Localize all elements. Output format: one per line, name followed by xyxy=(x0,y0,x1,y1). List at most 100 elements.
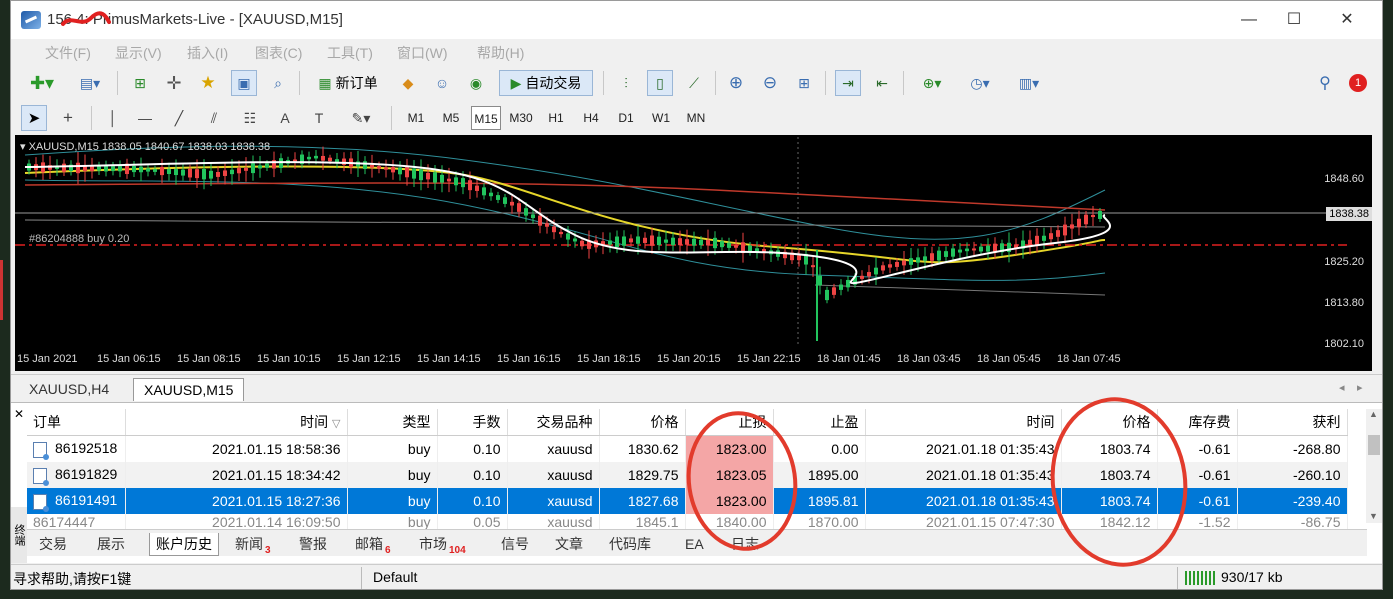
new-chart-button[interactable]: ✚▾ xyxy=(23,70,61,96)
notifications-button[interactable]: 1 xyxy=(1343,70,1373,96)
terminal-side-label: 终端 xyxy=(11,507,27,563)
timeframe-m5[interactable]: M5 xyxy=(436,106,466,130)
scroll-up-icon[interactable]: ▲ xyxy=(1369,409,1378,419)
toolbar-separator xyxy=(117,71,118,95)
menu-file[interactable]: 文件(F) xyxy=(45,43,91,63)
timeframe-m30[interactable]: M30 xyxy=(506,106,536,130)
tab-market[interactable]: 市场 104 xyxy=(419,533,466,556)
profiles-button[interactable]: ▤▾ xyxy=(71,70,109,96)
favorites-star-icon[interactable]: ★ xyxy=(195,70,221,96)
menu-help[interactable]: 帮助(H) xyxy=(477,43,524,63)
y-tick: 1848.60 xyxy=(1324,173,1364,185)
menu-window[interactable]: 窗口(W) xyxy=(397,43,448,63)
tab-alerts[interactable]: 警报 xyxy=(299,533,327,555)
tab-signals[interactable]: 信号 xyxy=(501,533,529,555)
text-label-icon[interactable]: T xyxy=(307,105,331,131)
timeframe-h1[interactable]: H1 xyxy=(541,106,571,130)
menu-tools[interactable]: 工具(T) xyxy=(327,43,373,63)
autotrade-button[interactable]: ▶ 自动交易 xyxy=(499,70,593,96)
metaeditor-icon[interactable]: ◆ xyxy=(395,70,421,96)
new-order-button[interactable]: ▦ 新订单 xyxy=(309,70,387,96)
timeframe-m1[interactable]: M1 xyxy=(401,106,431,130)
timeframe-m15[interactable]: M15 xyxy=(471,106,501,130)
col-take-profit[interactable]: 止盈 xyxy=(773,409,866,436)
tab-articles[interactable]: 文章 xyxy=(555,533,583,555)
candle-body xyxy=(1098,211,1102,219)
community-icon[interactable]: ☺ xyxy=(429,70,455,96)
candlestick-icon[interactable]: ▯ xyxy=(647,70,673,96)
bar-chart-icon[interactable]: ⫶ xyxy=(613,70,639,96)
timeframe-h4[interactable]: H4 xyxy=(576,106,606,130)
zoom-out-icon[interactable]: ⊖ xyxy=(757,70,783,96)
chart-window-tabs: XAUUSD,H4 XAUUSD,M15 ◂ ▸ xyxy=(11,374,1382,401)
line-chart-icon[interactable]: ⟋ xyxy=(681,70,707,96)
tab-news[interactable]: 新闻 3 xyxy=(235,533,271,556)
col-type[interactable]: 类型 xyxy=(347,409,438,436)
chart-shift-icon[interactable]: ⇤ xyxy=(869,70,895,96)
background-edge xyxy=(0,260,3,320)
table-vertical-scrollbar[interactable]: ▲ ▼ xyxy=(1366,409,1382,523)
zoom-in-icon[interactable]: ⊕ xyxy=(723,70,749,96)
search-icon[interactable]: ⚲ xyxy=(1313,70,1337,96)
crosshair-navigator-icon[interactable]: ✛ xyxy=(161,70,187,96)
candle-body xyxy=(62,163,66,172)
indicators-button[interactable]: ⊕▾ xyxy=(913,70,951,96)
tab-exposure[interactable]: 展示 xyxy=(97,533,125,555)
tab-account-history[interactable]: 账户历史 xyxy=(149,533,219,556)
open-time: 2021.01.15 18:34:42 xyxy=(125,462,348,488)
tab-code-base[interactable]: 代码库 xyxy=(609,533,651,555)
timeframe-w1[interactable]: W1 xyxy=(646,106,676,130)
timeframe-mn[interactable]: MN xyxy=(681,106,711,130)
col-symbol[interactable]: 交易品种 xyxy=(507,409,600,436)
strategy-tester-icon[interactable]: ⌕ xyxy=(265,70,291,96)
tab-scroll-left-icon[interactable]: ◂ xyxy=(1339,381,1345,394)
col-open-price[interactable]: 价格 xyxy=(599,409,686,436)
x-tick: 18 Jan 05:45 xyxy=(977,353,1041,365)
price-chart[interactable]: ▾ XAUUSD,M15 1838.05 1840.67 1838.03 183… xyxy=(15,135,1372,371)
menu-insert[interactable]: 插入(I) xyxy=(187,43,228,63)
menu-charts[interactable]: 图表(C) xyxy=(255,43,302,63)
chart-ohlc: XAUUSD,M15 1838.05 1840.67 1838.03 1838.… xyxy=(28,141,271,153)
col-open-time[interactable]: 时间 ▽ xyxy=(125,409,348,436)
col-profit[interactable]: 获利 xyxy=(1237,409,1348,436)
standard-toolbar: ✚▾ ▤▾ ⊞ ✛ ★ ▣ ⌕ ▦ 新订单 ◆ ☺ ◉ ▶ 自动交易 ⫶ ▯ ⟋ ⊕… xyxy=(11,67,1382,101)
autoscroll-icon[interactable]: ⇥ xyxy=(835,70,861,96)
tile-windows-icon[interactable]: ⊞ xyxy=(791,70,817,96)
col-order[interactable]: 订单 xyxy=(27,409,126,436)
fibonacci-icon[interactable]: ☷ xyxy=(237,105,263,131)
maximize-button[interactable]: ☐ xyxy=(1276,7,1312,33)
cursor-arrow-icon[interactable]: ➤ xyxy=(21,105,47,131)
chart-tab-h4[interactable]: XAUUSD,H4 xyxy=(19,378,119,400)
timeframe-d1[interactable]: D1 xyxy=(611,106,641,130)
symbol: xauusd xyxy=(507,488,600,514)
templates-button[interactable]: ▥▾ xyxy=(1009,70,1049,96)
periods-clock-button[interactable]: ◷▾ xyxy=(961,70,999,96)
tab-scroll-right-icon[interactable]: ▸ xyxy=(1357,381,1363,394)
equidistant-channel-icon[interactable]: ⫽ xyxy=(201,105,227,131)
tab-experts[interactable]: EA xyxy=(685,533,704,555)
signals-icon[interactable]: ◉ xyxy=(463,70,489,96)
horizontal-line-icon[interactable]: — xyxy=(133,105,157,131)
minimize-button[interactable]: — xyxy=(1231,7,1267,33)
crosshair-icon[interactable]: + xyxy=(55,105,81,131)
text-tool-icon[interactable]: A xyxy=(273,105,297,131)
col-lots[interactable]: 手数 xyxy=(437,409,508,436)
close-button[interactable]: ✕ xyxy=(1329,7,1365,33)
toolbar-separator xyxy=(299,71,300,95)
arrows-shapes-button[interactable]: ✎▾ xyxy=(341,105,381,131)
trendline-icon[interactable]: ╱ xyxy=(167,105,191,131)
profit: -268.80 xyxy=(1237,435,1348,462)
terminal-close-icon[interactable]: ✕ xyxy=(12,407,26,421)
candle-body xyxy=(1084,214,1088,225)
chart-tab-m15[interactable]: XAUUSD,M15 xyxy=(133,378,245,401)
tab-mailbox[interactable]: 邮箱 6 xyxy=(355,533,391,556)
menu-view[interactable]: 显示(V) xyxy=(115,43,162,63)
scroll-down-icon[interactable]: ▼ xyxy=(1369,511,1378,521)
col-close-time[interactable]: 时间 xyxy=(865,409,1062,436)
terminal-toggle-icon[interactable]: ▣ xyxy=(231,70,257,96)
vertical-line-icon[interactable]: │ xyxy=(101,105,125,131)
candle-body xyxy=(314,155,318,159)
market-watch-icon[interactable]: ⊞ xyxy=(127,70,153,96)
tab-trade[interactable]: 交易 xyxy=(39,533,67,555)
scrollbar-thumb[interactable] xyxy=(1368,435,1380,455)
